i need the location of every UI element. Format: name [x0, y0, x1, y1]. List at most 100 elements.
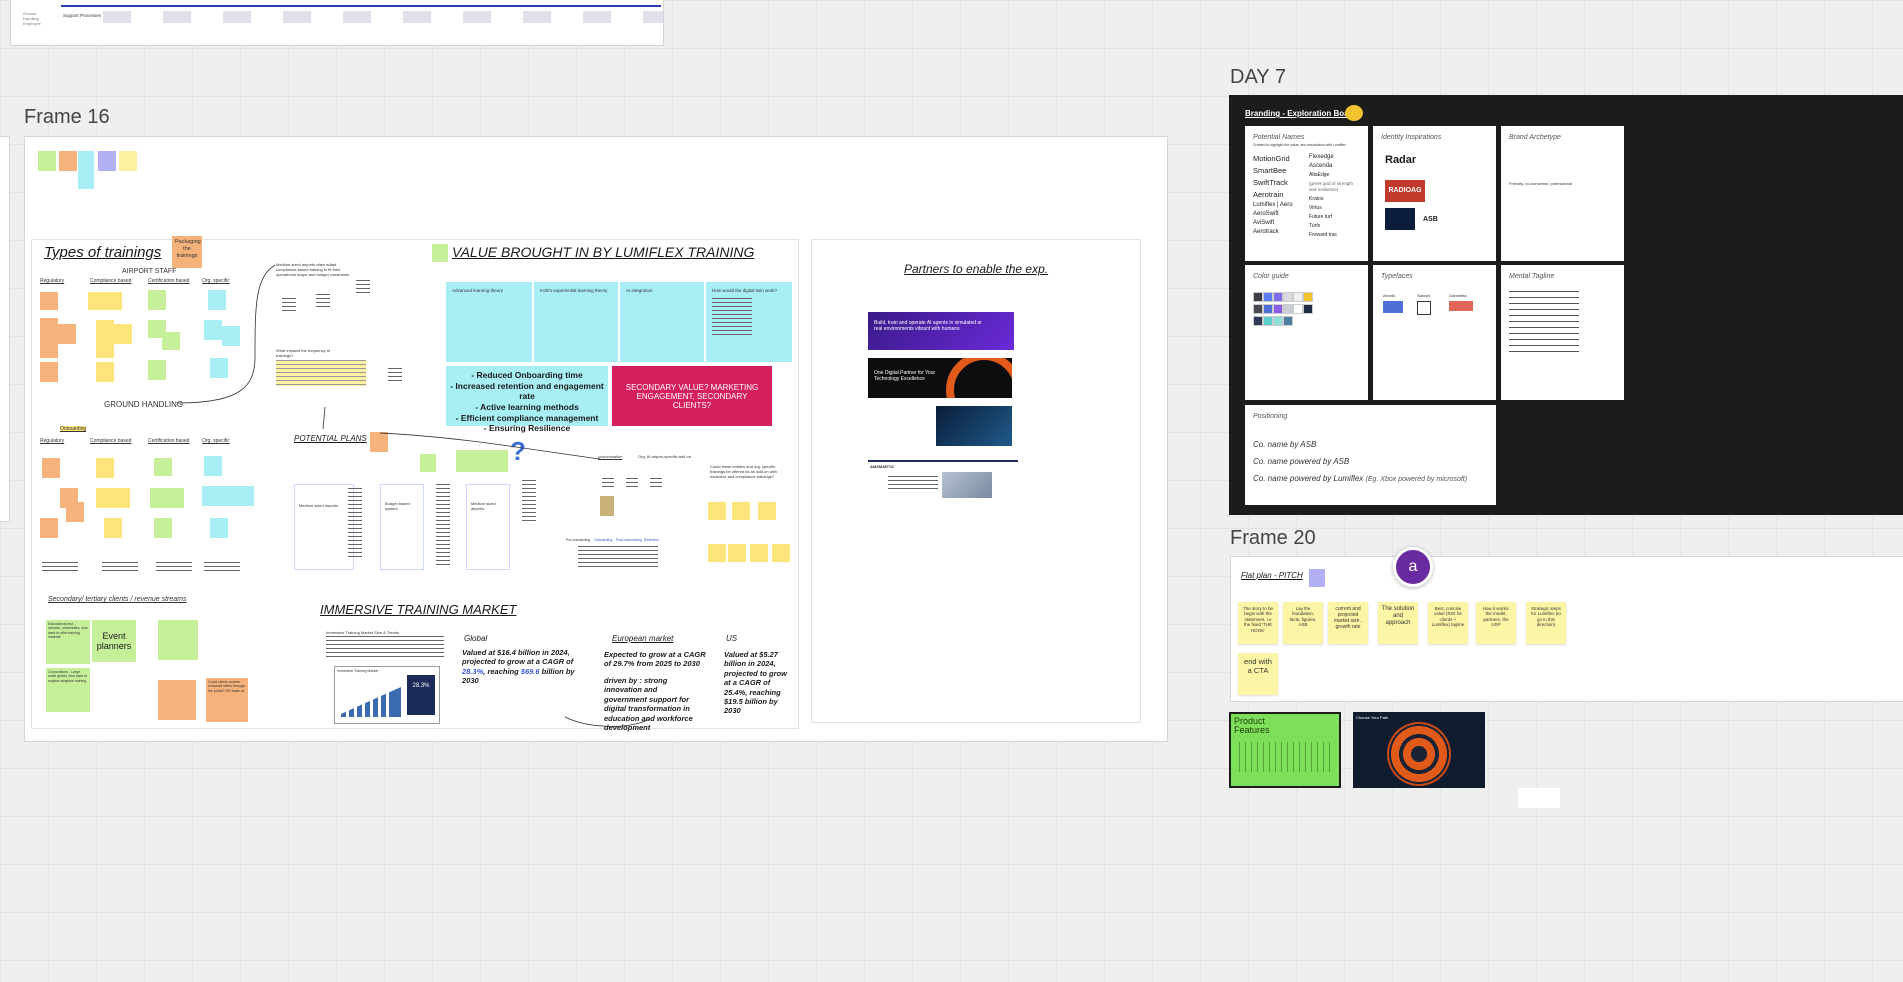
- color-swatch: [1253, 304, 1263, 314]
- logo-radioag: RADIOAG: [1385, 180, 1425, 202]
- identity-title: Identity Inspirations: [1381, 134, 1442, 141]
- pitch-purple-sticky[interactable]: [1309, 569, 1325, 587]
- color-swatch: [1283, 304, 1293, 314]
- name-15: Turfx: [1309, 222, 1321, 229]
- color-swatch: [1303, 304, 1313, 314]
- color-swatch: [1263, 304, 1273, 314]
- positioning-2: Co. name powered by ASB: [1253, 457, 1350, 466]
- swatch-grid: [1253, 292, 1360, 326]
- name-11-note: (greek god of strength and resilience): [1309, 181, 1354, 192]
- product-features-title: Product Features: [1234, 716, 1270, 735]
- branding-emoji: [1345, 105, 1363, 121]
- name-12: Kratos: [1309, 195, 1324, 202]
- card-mental-tagline[interactable]: Mental Tagline: [1501, 265, 1624, 400]
- font-sample-2: [1417, 301, 1431, 315]
- left-edge-frame: [0, 136, 10, 522]
- logo-asb: ASB: [1423, 216, 1438, 223]
- choose-path-ring: [1387, 722, 1451, 786]
- name-11: AltaEdge: [1309, 172, 1330, 179]
- color-swatch: [1283, 316, 1293, 326]
- color-swatch: [1273, 292, 1283, 302]
- color-swatch: [1273, 316, 1283, 326]
- card-positioning[interactable]: Positioning Co. name by ASB Co. name pow…: [1245, 405, 1496, 505]
- names-title: Potential Names: [1253, 134, 1305, 141]
- name-10: Ascenda: [1309, 163, 1333, 170]
- partners-board[interactable]: Partners to enable the exp. Build, train…: [811, 239, 1141, 723]
- partner-card-1[interactable]: Build, train and operate AI agents in si…: [868, 312, 1014, 350]
- top-strip-rule: [61, 5, 661, 7]
- color-swatch: [1293, 304, 1303, 314]
- color-title: Color guide: [1253, 273, 1289, 280]
- pitch-note-8[interactable]: end with a CTA: [1238, 653, 1278, 695]
- color-swatch: [1283, 292, 1293, 302]
- partner-card-4-brand: AMSMARTIC: [870, 464, 895, 469]
- pitch-note-7[interactable]: Strategic steps for Lumiflex (to go in t…: [1526, 602, 1566, 644]
- partner-card-4-lines: [888, 476, 938, 490]
- card-typefaces[interactable]: Typefaces Aeonik Satoshi Gambetta: [1373, 265, 1496, 400]
- frame-16-label[interactable]: Frame 16: [24, 106, 110, 129]
- color-swatch: [1263, 316, 1273, 326]
- color-swatch: [1293, 292, 1303, 302]
- names-desc: Created to highlight the value, and asso…: [1253, 143, 1346, 147]
- partner-card-2-ring: [946, 358, 1012, 398]
- partner-card-2[interactable]: One Digital Partner for Your Technology …: [868, 358, 1012, 398]
- top-strip-frame[interactable]: Ground Handling Employee Support Process…: [10, 0, 664, 46]
- choose-path-board[interactable]: Choose Your Path: [1353, 712, 1485, 788]
- color-swatch: [1303, 292, 1313, 302]
- name-8: Aerotrack: [1253, 229, 1279, 236]
- partner-card-2-text: One Digital Partner for Your Technology …: [874, 370, 936, 382]
- pitch-title: Flat plan - PITCH: [1241, 571, 1303, 580]
- color-swatch: [1263, 292, 1273, 302]
- logo-radar: Radar: [1385, 154, 1417, 166]
- mental-title: Mental Tagline: [1509, 273, 1555, 280]
- pitch-note-4[interactable]: The solution and approach: [1378, 602, 1418, 644]
- pitch-note-6[interactable]: How it works: the model, partners, the U…: [1476, 602, 1516, 644]
- archetype-text: Friendly, no-nonsense, professional: [1509, 181, 1573, 186]
- frame-16[interactable]: Types of trainings Packaging the trainin…: [24, 136, 1168, 742]
- color-swatch: [1253, 316, 1263, 326]
- name-6: AeroSwift: [1253, 211, 1279, 218]
- partner-card-4-thumb: [942, 472, 992, 498]
- positioning-3-eg: (Eg. Xbox powered by microsoft): [1365, 476, 1468, 483]
- bottom-note: [1518, 788, 1560, 808]
- day7-label[interactable]: DAY 7: [1230, 66, 1286, 89]
- name-4: Aerotrain: [1253, 190, 1284, 200]
- logo-dark: [1385, 208, 1415, 230]
- partners-title: Partners to enable the exp.: [904, 262, 1049, 276]
- card-archetype[interactable]: Brand Archetype Friendly, no-nonsense, p…: [1501, 126, 1624, 261]
- name-14: Future turf: [1309, 213, 1333, 220]
- color-swatch: [1273, 304, 1283, 314]
- color-swatch: [1253, 292, 1263, 302]
- top-strip-label: Support Processes: [63, 13, 102, 18]
- frame-20-label[interactable]: Frame 20: [1230, 527, 1316, 550]
- typefaces-title: Typefaces: [1381, 273, 1413, 280]
- font-aeonik: Aeonik: [1383, 293, 1396, 298]
- font-sample-1: [1383, 301, 1403, 313]
- positioning-1: Co. name by ASB: [1253, 440, 1317, 449]
- name-3: SwiftTrack: [1253, 178, 1288, 188]
- product-features-board[interactable]: Product Features: [1229, 712, 1341, 788]
- name-16: Forward trac: [1309, 231, 1338, 238]
- pitch-note-5[interactable]: Best, concise value (ROI for clients + L…: [1428, 602, 1468, 644]
- card-color-guide[interactable]: Color guide: [1245, 265, 1368, 400]
- name-7: AviSwift: [1253, 220, 1275, 227]
- frame-20[interactable]: Flat plan - PITCH a The story to be begi…: [1230, 547, 1903, 702]
- partner-card-4[interactable]: AMSMARTIC: [868, 460, 1018, 502]
- mental-lines: [1509, 291, 1579, 353]
- pitch-note-2[interactable]: Lay the foundation, facts, figures, ASB: [1283, 602, 1323, 644]
- card-identity[interactable]: Identity Inspirations Radar RADIOAG ASB: [1373, 126, 1496, 261]
- font-sample-3: [1449, 301, 1473, 311]
- pitch-note-3[interactable]: current and projected market size , grow…: [1328, 602, 1368, 644]
- top-strip-left-text: Ground Handling Employee: [23, 11, 41, 26]
- branding-title: Branding - Exploration Board: [1245, 109, 1357, 118]
- pitch-note-1[interactable]: The story to be begin with the statement…: [1238, 602, 1278, 644]
- partner-card-1-text: Build, train and operate AI agents in si…: [874, 320, 982, 332]
- positioning-title: Positioning: [1253, 413, 1288, 420]
- partner-card-3[interactable]: [936, 406, 1012, 446]
- product-features-art: [1239, 742, 1335, 772]
- positioning-3: Co. name powered by Lumiflex (Eg. Xbox p…: [1253, 474, 1488, 483]
- user-avatar[interactable]: a: [1393, 547, 1433, 587]
- card-potential-names[interactable]: Potential Names Created to highlight the…: [1245, 126, 1368, 261]
- branding-board[interactable]: Branding - Exploration Board Potential N…: [1229, 95, 1903, 515]
- name-13: Virtus: [1309, 204, 1322, 211]
